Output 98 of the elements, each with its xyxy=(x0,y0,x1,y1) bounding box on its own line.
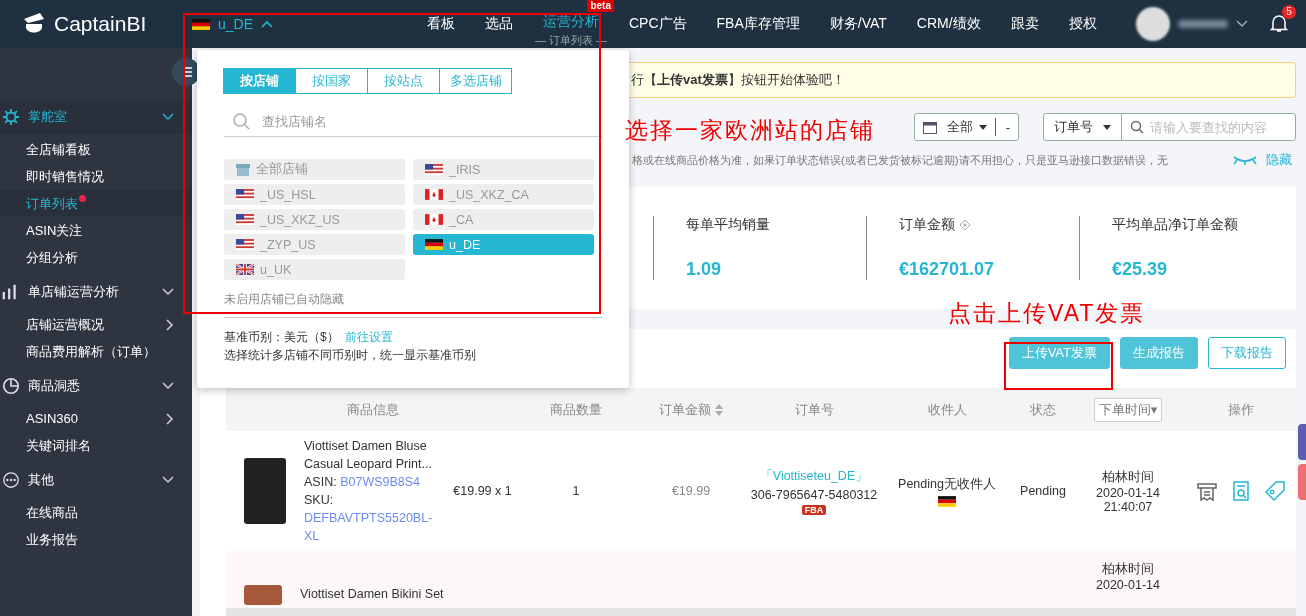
nav-tab[interactable]: 授权 xyxy=(1053,0,1112,48)
order-number: 306-7965647-5480312 xyxy=(750,487,878,502)
store-selector[interactable]: u_DE xyxy=(192,16,412,32)
shop-icon xyxy=(236,163,250,176)
nav-tab[interactable]: CPC广告 xyxy=(614,0,702,48)
side-tab[interactable] xyxy=(1298,464,1306,500)
us-flag-icon xyxy=(236,239,254,250)
nav-tab[interactable]: 选品 xyxy=(470,0,528,48)
user-menu[interactable] xyxy=(1136,7,1248,41)
column-header: 商品数量 xyxy=(549,400,603,419)
sidebar-item[interactable]: 即时销售情况 xyxy=(0,163,192,190)
chevron-icon xyxy=(162,382,174,390)
sidebar-group[interactable]: 商品洞悉 xyxy=(0,369,192,403)
side-tab[interactable] xyxy=(1298,424,1306,460)
sidebar-item[interactable]: ASIN关注 xyxy=(0,217,192,244)
search-icon xyxy=(1130,120,1144,134)
hidden-stores-note: 未启用店铺已自动隐藏 xyxy=(224,291,602,318)
caret-icon xyxy=(1236,20,1248,28)
pie-chart-icon xyxy=(2,377,20,395)
dropdown-arrow-icon xyxy=(1103,124,1111,130)
recipient: Pending无收件人 xyxy=(898,475,996,493)
sidebar-item[interactable]: 商品费用解析（订单） xyxy=(0,338,192,365)
stat-value: 1.09 xyxy=(686,259,723,280)
stat-label: 每单平均销量 xyxy=(686,216,770,234)
sidebar-item[interactable]: 在线商品 xyxy=(0,499,192,526)
scrollbar[interactable] xyxy=(226,608,1296,616)
status: Pending xyxy=(1020,484,1066,498)
column-header: 收件人 xyxy=(926,400,968,419)
more-icon xyxy=(2,471,20,489)
beta-badge: beta xyxy=(587,0,614,12)
chevron-icon xyxy=(162,113,174,121)
photo-placeholder xyxy=(244,585,282,605)
nav-tab[interactable]: CRM/绩效 xyxy=(901,0,996,48)
sidebar-item[interactable]: ASIN360 xyxy=(0,405,192,432)
table-cell: €19.99 x 1 xyxy=(453,484,512,498)
column-header: 状态 xyxy=(1029,400,1057,419)
annotation-text: 点击上传VAT发票 xyxy=(948,300,1146,327)
fba-badge: FBA xyxy=(801,504,827,515)
chevron-icon xyxy=(162,476,174,484)
notification-bell-icon[interactable] xyxy=(1270,12,1288,33)
info-text: 格或在线商品价格为准，如果订单状态错误(或者已发货被标记逾期)请不用担心，只是亚马逊接口数据错误，无 xyxy=(632,152,1169,168)
us-flag-icon xyxy=(425,164,443,175)
sidebar-item[interactable]: 订单列表 xyxy=(0,190,192,217)
column-header: 操作 xyxy=(1227,400,1255,419)
column-header: 商品信息 xyxy=(346,400,400,419)
logo[interactable]: CaptainBI xyxy=(0,11,182,37)
column-header[interactable]: 订单金额 xyxy=(632,400,750,419)
logo-text: CaptainBI xyxy=(54,12,147,36)
order-time: 柏林时间 2020-01-14 xyxy=(1096,561,1160,592)
germany-flag-icon xyxy=(938,495,956,507)
sidebar-item[interactable]: 店铺运营概况 xyxy=(0,311,192,338)
sort-select[interactable]: 下单时间▾ xyxy=(1093,397,1163,422)
stat-value: €25.39 xyxy=(1112,259,1169,280)
currency-info: 基准币别：美元（$） 前往设置 选择统计多店铺不同币别时，统一显示基准币别 xyxy=(224,329,477,364)
receipt-icon[interactable] xyxy=(1196,480,1218,502)
table-cell: 1 xyxy=(572,484,580,498)
order-time: 柏林时间 2020-01-14 21:40:07 xyxy=(1096,468,1160,514)
nav-tab[interactable]: 财务/VAT xyxy=(814,0,902,48)
canada-flag-icon xyxy=(425,214,443,225)
table-cell: €19.99 xyxy=(671,484,711,498)
nav-tab[interactable]: 跟卖 xyxy=(995,0,1054,48)
photo-placeholder xyxy=(244,458,286,524)
document-search-icon[interactable] xyxy=(1230,480,1252,502)
search-icon xyxy=(232,112,250,130)
search-type-select[interactable]: 订单号 xyxy=(1044,114,1122,140)
us-flag-icon xyxy=(236,189,254,200)
sidebar-item[interactable]: 关键词排名 xyxy=(0,432,192,459)
dropdown-arrow-icon xyxy=(978,124,987,130)
product-info: Viottiset Damen Bluse Casual Leopard Print... ASIN: B07WS9B8S4 SKU: DEFBAVTPTS5520BL-XL xyxy=(304,438,434,545)
closed-eye-icon xyxy=(1232,155,1258,165)
sidebar-group[interactable]: 单店铺运营分析 xyxy=(0,275,192,309)
search-field[interactable]: 请输入要查找的内容 xyxy=(1122,118,1295,136)
us-flag-icon xyxy=(236,214,254,225)
product-info: Viottiset Damen Bikini Set xyxy=(300,586,445,603)
column-header: 订单号 xyxy=(793,400,835,419)
stat-label: 平均单品净订单金额 xyxy=(1112,216,1238,234)
calendar-icon xyxy=(922,120,937,134)
chevron-icon xyxy=(162,288,174,296)
sidebar-group[interactable]: 掌舵室 xyxy=(0,100,192,134)
stat-value: €162701.07 xyxy=(899,259,996,280)
date-filter[interactable]: 全部 - xyxy=(913,113,1019,141)
nav-tab[interactable]: FBA库存管理 xyxy=(701,0,815,48)
tag-icon[interactable] xyxy=(1264,480,1286,502)
sort-icon[interactable] xyxy=(715,404,723,417)
sidebar-item[interactable]: 业务报告 xyxy=(0,526,192,553)
caret-icon xyxy=(261,20,274,28)
sidebar-item[interactable]: 分组分析 xyxy=(0,244,192,271)
sidebar-group[interactable]: 其他 xyxy=(0,463,192,497)
nav-tab[interactable]: 看板 xyxy=(412,0,470,48)
gear-icon xyxy=(2,108,20,126)
annotation-text: 选择一家欧洲站的店铺 xyxy=(625,117,875,144)
canada-flag-icon xyxy=(425,189,443,200)
uk-flag-icon xyxy=(236,264,254,275)
germany-flag-icon xyxy=(192,18,210,30)
notification-count: 5 xyxy=(1282,4,1296,19)
stat-label: 订单金额 xyxy=(899,216,955,234)
sidebar-item[interactable]: 全店铺看板 xyxy=(0,136,192,163)
germany-flag-icon xyxy=(425,239,443,250)
